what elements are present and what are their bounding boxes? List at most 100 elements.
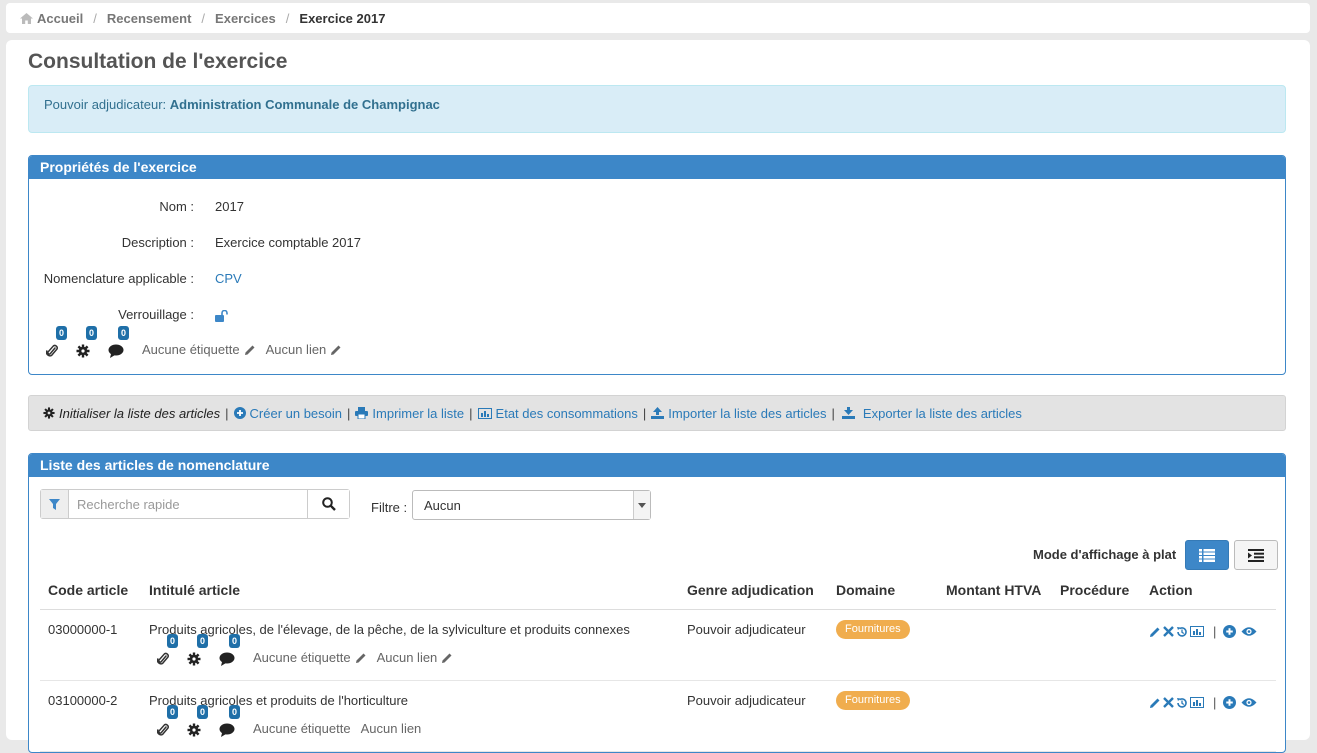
delete-icon[interactable] <box>1163 697 1174 708</box>
table-row: 03100000-2 Produits agricoles et produit… <box>40 681 1276 752</box>
link-edit[interactable]: Aucun lien <box>361 721 422 736</box>
attachments-button[interactable]: 0 <box>157 705 179 737</box>
settings-count: 0 <box>197 705 209 719</box>
actions-separator: | <box>1213 624 1217 639</box>
link-edit[interactable]: Aucun lien <box>266 342 343 357</box>
domain-badge: Fournitures <box>836 691 910 710</box>
attachments-button[interactable]: 0 <box>46 326 68 358</box>
comments-count: 0 <box>229 705 241 719</box>
col-amount[interactable]: Montant HTVA <box>946 582 1041 598</box>
attachments-count: 0 <box>167 705 179 719</box>
breadcrumb-home[interactable]: Accueil <box>20 11 83 26</box>
bar-chart-icon[interactable] <box>1190 697 1204 708</box>
unlock-icon <box>215 309 229 322</box>
paperclip-icon <box>46 344 58 358</box>
properties-panel-title: Propriétés de l'exercice <box>29 156 1285 179</box>
history-icon[interactable] <box>1176 697 1188 709</box>
plus-circle-icon[interactable] <box>1223 696 1237 709</box>
prop-row-name: Nom : 2017 <box>29 199 244 214</box>
breadcrumb-exercices[interactable]: Exercices <box>215 11 276 26</box>
gear-icon <box>187 652 201 666</box>
comment-icon <box>219 652 235 666</box>
nomenclature-link[interactable]: CPV <box>215 271 242 286</box>
export-list-label: Exporter la liste des articles <box>862 405 1022 421</box>
col-action: Action <box>1149 582 1193 598</box>
breadcrumb-recensement[interactable]: Recensement <box>107 11 192 26</box>
eye-icon[interactable] <box>1241 697 1257 708</box>
row-actions: | <box>1149 624 1259 639</box>
consumption-button[interactable]: Etat des consommations <box>477 405 638 421</box>
search-icon <box>321 497 336 511</box>
gear-icon <box>43 407 55 419</box>
search-input[interactable] <box>69 490 307 518</box>
row-meta: 0 0 0 Aucune étiquette Aucun lien <box>157 705 431 737</box>
attachments-button[interactable]: 0 <box>157 634 179 666</box>
no-tag-label: Aucune étiquette <box>142 342 240 357</box>
col-title[interactable]: Intitulé article <box>149 582 240 598</box>
plus-circle-icon[interactable] <box>1223 625 1237 638</box>
create-need-button[interactable]: Créer un besoin <box>233 406 342 421</box>
prop-label: Nomenclature applicable : <box>43 271 194 286</box>
breadcrumb-current: Exercice 2017 <box>299 10 386 26</box>
settings-button[interactable]: 0 <box>187 705 209 737</box>
no-link-label: Aucun lien <box>360 721 422 736</box>
tag-edit[interactable]: Aucune étiquette <box>142 342 256 357</box>
col-procedure[interactable]: Procédure <box>1060 582 1129 598</box>
print-list-button[interactable]: Imprimer la liste <box>355 406 464 421</box>
edit-icon[interactable] <box>1149 626 1161 638</box>
row-title: Produits agricoles et produits de l'hort… <box>149 693 409 708</box>
gear-icon <box>76 344 90 358</box>
prop-value: 2017 <box>215 199 244 214</box>
eye-icon[interactable] <box>1241 626 1257 637</box>
export-list-button[interactable]: Exporter la liste des articles <box>841 405 1022 421</box>
toolbar-separator: | <box>469 405 473 421</box>
comments-button[interactable]: 0 <box>219 634 241 666</box>
bar-chart-icon[interactable] <box>1190 626 1204 637</box>
toolbar-separator: | <box>225 405 229 421</box>
row-title: Produits agricoles, de l'élevage, de la … <box>149 622 630 637</box>
delete-icon[interactable] <box>1163 626 1174 637</box>
col-code[interactable]: Code article <box>48 582 128 598</box>
main-content: Consultation de l'exercice Pouvoir adjud… <box>6 40 1310 753</box>
gear-icon <box>187 723 201 737</box>
row-genre: Pouvoir adjudicateur <box>687 693 806 708</box>
init-list-label: Initialiser la liste des articles <box>59 405 221 421</box>
filter-value: Aucun <box>424 497 461 513</box>
history-icon[interactable] <box>1176 626 1188 638</box>
settings-count: 0 <box>86 326 98 340</box>
import-list-button[interactable]: Importer la liste des articles <box>651 406 827 421</box>
plus-circle-icon <box>233 407 246 419</box>
edit-icon[interactable] <box>1149 697 1161 709</box>
comments-button[interactable]: 0 <box>219 705 241 737</box>
prop-row-nomenclature: Nomenclature applicable : CPV <box>29 271 242 286</box>
filter-label: Filtre : <box>371 500 408 515</box>
filter-select[interactable]: Aucun <box>412 490 651 520</box>
flat-view-button[interactable] <box>1185 540 1229 570</box>
lock-toggle[interactable] <box>215 307 229 322</box>
download-icon <box>841 407 855 419</box>
consumption-label: Etat des consommations <box>495 405 638 421</box>
row-actions: | <box>1149 695 1259 710</box>
settings-button[interactable]: 0 <box>76 326 98 358</box>
home-icon <box>20 12 33 24</box>
breadcrumb-separator: / <box>93 10 97 26</box>
comments-button[interactable]: 0 <box>108 326 130 358</box>
init-list-button[interactable]: Initialiser la liste des articles <box>43 406 220 421</box>
settings-button[interactable]: 0 <box>187 634 209 666</box>
breadcrumb-home-label: Accueil <box>37 10 84 26</box>
comments-count: 0 <box>118 326 130 340</box>
tree-view-button[interactable] <box>1234 540 1278 570</box>
tag-edit[interactable]: Aucune étiquette <box>253 721 351 736</box>
col-genre[interactable]: Genre adjudication <box>687 582 814 598</box>
col-domain[interactable]: Domaine <box>836 582 895 598</box>
table-row: 03000000-1 Produits agricoles, de l'élev… <box>40 610 1276 681</box>
search-button[interactable] <box>307 490 349 518</box>
no-link-label: Aucun lien <box>376 650 438 665</box>
link-edit[interactable]: Aucun lien <box>377 650 454 665</box>
settings-count: 0 <box>197 634 209 648</box>
domain-badge: Fournitures <box>836 620 910 639</box>
toolbar-separator: | <box>642 405 647 421</box>
tag-edit[interactable]: Aucune étiquette <box>253 650 367 665</box>
properties-meta: 0 0 0 Aucune étiquette Aucun lien <box>46 326 352 358</box>
row-code: 03100000-2 <box>48 693 118 708</box>
